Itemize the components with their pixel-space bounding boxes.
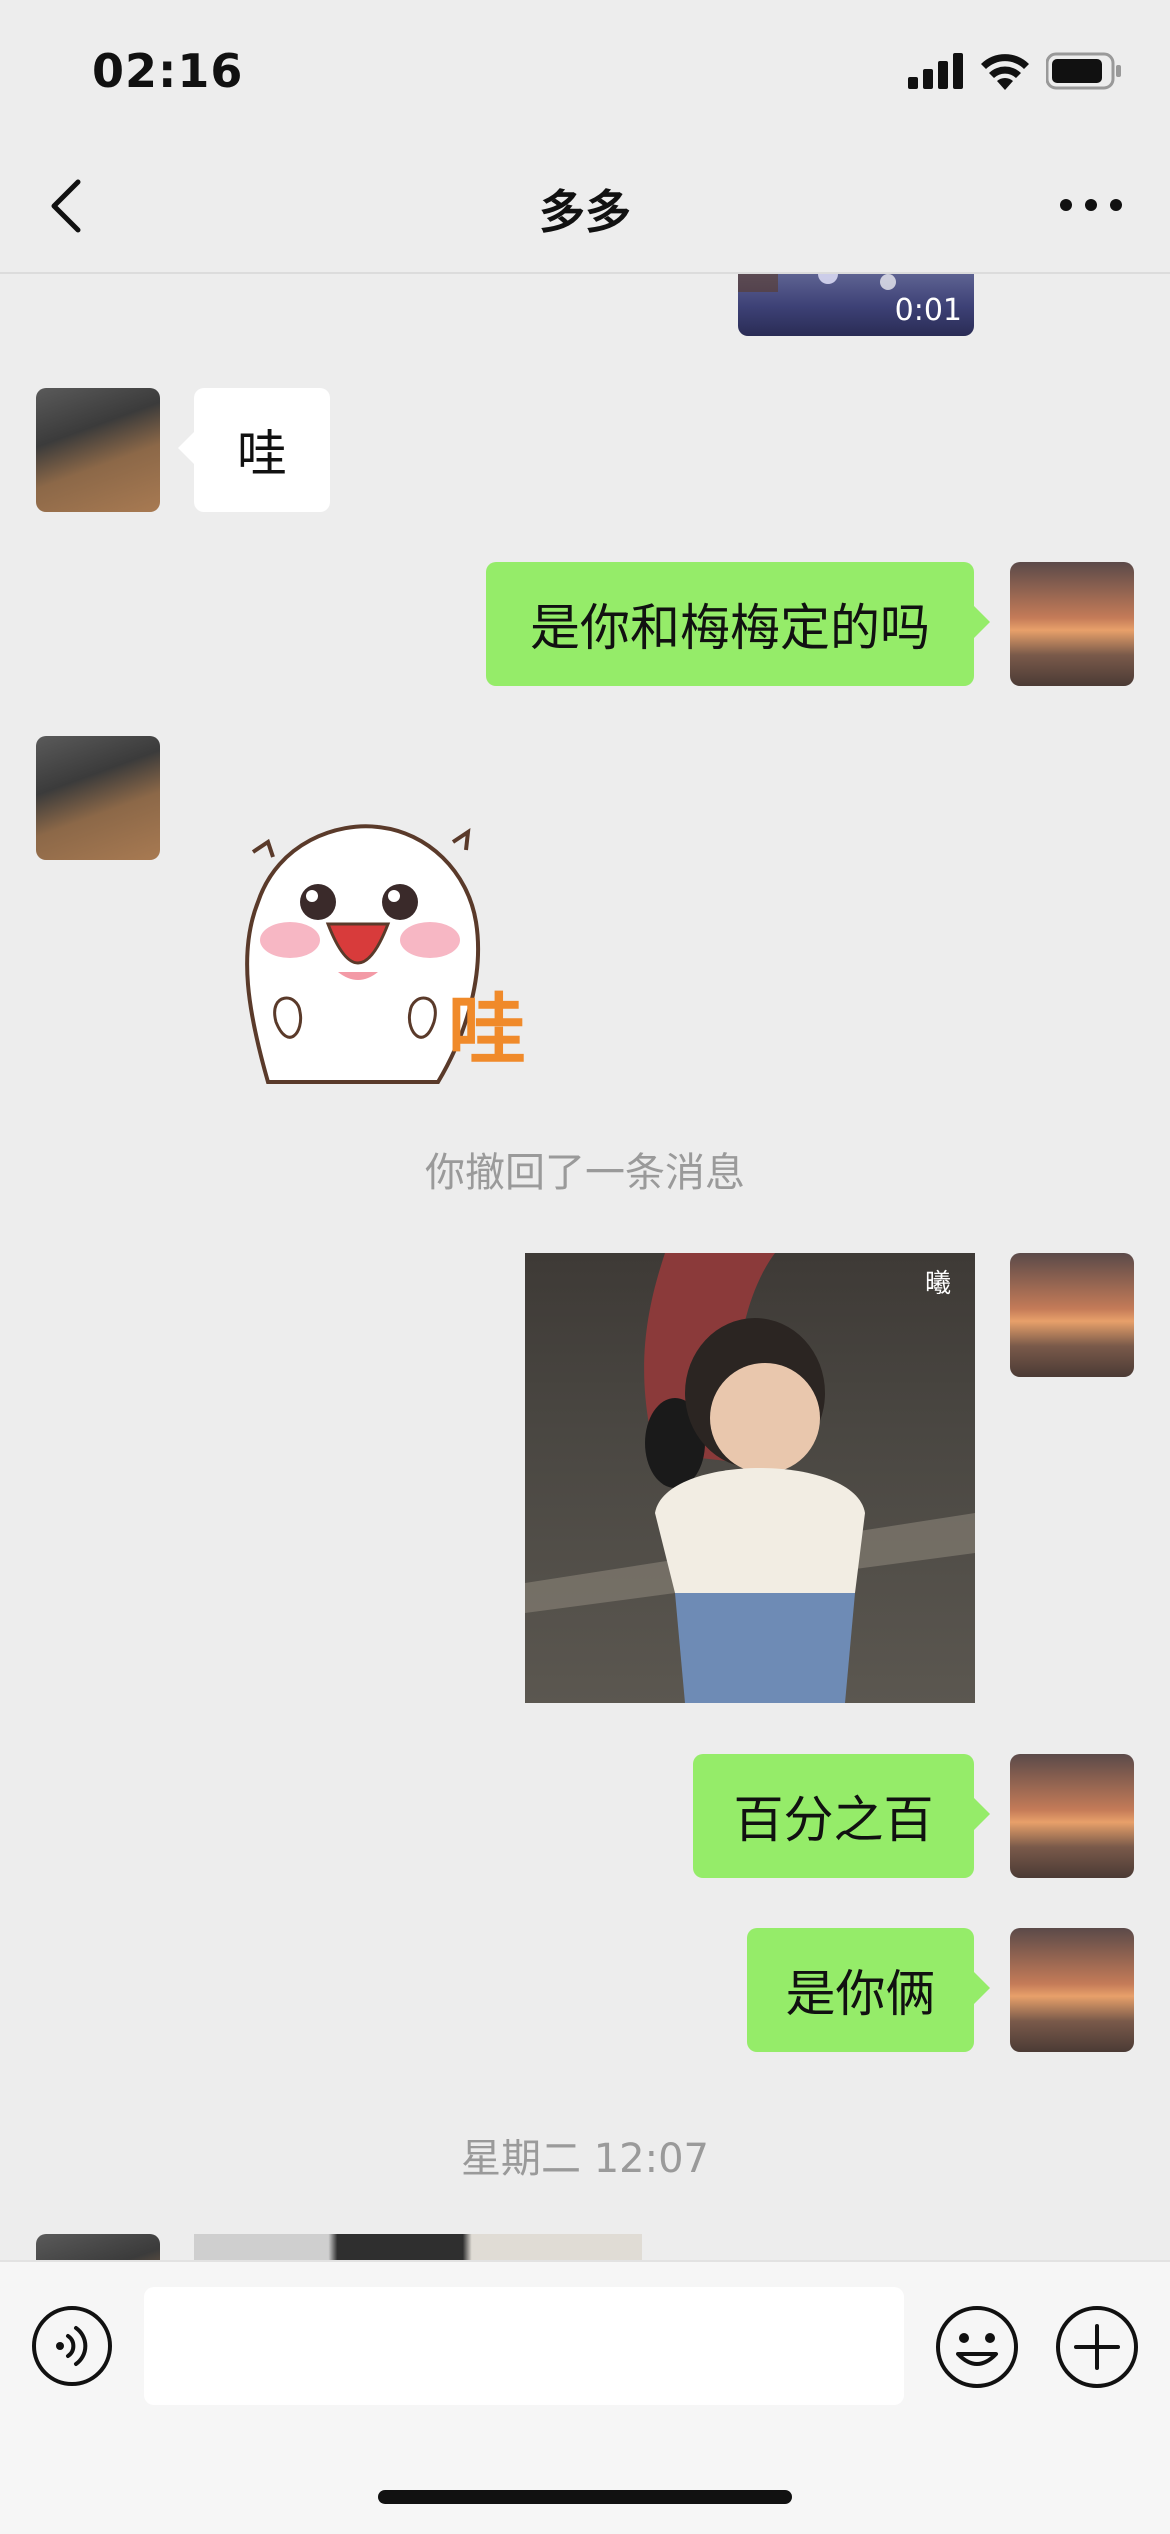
message-text: 是你俩	[785, 1965, 936, 2023]
message-timestamp: 星期二 12:07	[461, 2136, 709, 2182]
more-features-button[interactable]	[1054, 2304, 1140, 2390]
sticker-caption: 哇	[448, 986, 527, 1076]
message-text: 是你和梅梅定的吗	[530, 599, 930, 657]
more-dots-icon	[1060, 199, 1122, 211]
chat-messages[interactable]: 0:01 哇 是你和梅梅定的吗 哇 你撤回了一条消息 曦 百分之百 是你俩 星期…	[0, 272, 1170, 2260]
chat-title: 多多	[539, 185, 631, 239]
status-bar: 02:16	[0, 0, 1170, 140]
home-indicator[interactable]	[378, 2490, 792, 2504]
plus-circle-icon	[1056, 2306, 1138, 2388]
sticker-message[interactable]: 哇	[228, 812, 558, 1092]
my-avatar[interactable]	[1010, 1253, 1134, 1377]
status-icons	[908, 52, 1122, 90]
image-message[interactable]	[194, 2234, 642, 2260]
my-avatar[interactable]	[1010, 1928, 1134, 2052]
message-text: 哇	[237, 425, 287, 483]
emoji-icon	[936, 2306, 1018, 2388]
message-input[interactable]	[144, 2287, 904, 2405]
video-duration: 0:01	[894, 293, 962, 328]
photo-child-scene	[525, 1253, 975, 1703]
photo-watermark: 曦	[924, 1269, 951, 1299]
video-message[interactable]: 0:01	[738, 272, 974, 336]
my-avatar[interactable]	[1010, 1754, 1134, 1878]
recall-notice: 你撤回了一条消息	[425, 1150, 745, 1196]
battery-icon	[1046, 52, 1121, 90]
friend-avatar[interactable]	[36, 2234, 160, 2260]
voice-button[interactable]	[30, 2304, 114, 2388]
voice-icon	[32, 2306, 112, 2386]
image-message[interactable]: 曦	[525, 1253, 975, 1703]
emoji-button[interactable]	[934, 2304, 1020, 2390]
status-time: 02:16	[92, 44, 244, 98]
incoming-message-bubble[interactable]: 哇	[178, 388, 330, 512]
friend-avatar[interactable]	[36, 736, 160, 860]
outgoing-message-bubble[interactable]: 是你和梅梅定的吗	[486, 562, 990, 686]
nav-bar: 多多	[0, 140, 1170, 274]
wifi-icon	[981, 54, 1029, 90]
message-text: 百分之百	[733, 1791, 934, 1849]
my-avatar[interactable]	[1010, 562, 1134, 686]
outgoing-message-bubble[interactable]: 是你俩	[747, 1928, 990, 2052]
friend-avatar[interactable]	[36, 388, 160, 512]
more-button[interactable]	[1056, 180, 1126, 230]
cellular-signal-icon	[908, 53, 963, 89]
outgoing-message-bubble[interactable]: 百分之百	[693, 1754, 990, 1878]
